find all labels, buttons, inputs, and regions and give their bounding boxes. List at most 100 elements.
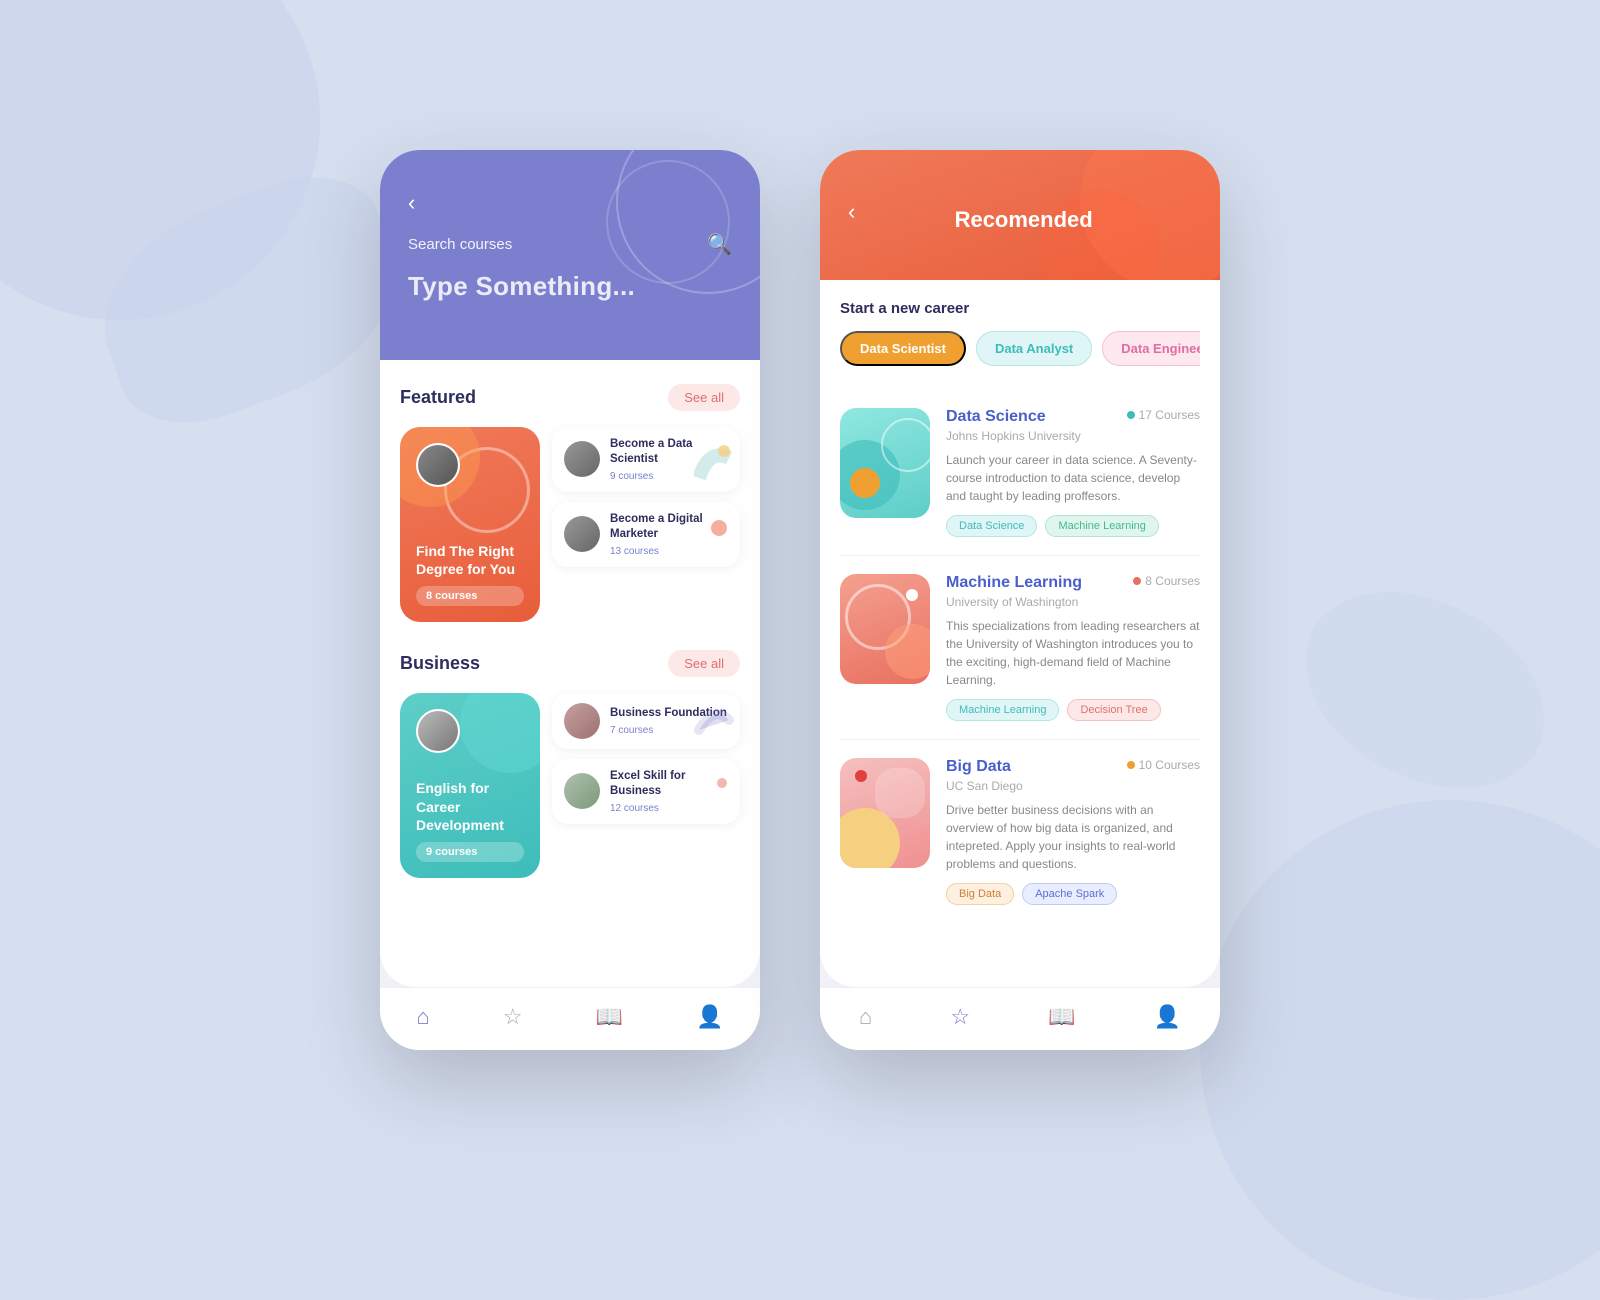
nav2-user-button[interactable]: 👤: [1154, 1004, 1181, 1030]
phone2-bottom-nav: ⌂ ☆ 📖 👤: [820, 987, 1220, 1050]
business-section-header: Business See all: [400, 650, 740, 677]
nav-book-button[interactable]: 📖: [596, 1004, 623, 1030]
nav2-home-button[interactable]: ⌂: [859, 1004, 872, 1030]
nav-user-button[interactable]: 👤: [696, 1004, 723, 1030]
biz-deco-1: [694, 700, 734, 745]
course-title-row-1: Data Science 17 Courses: [946, 408, 1200, 426]
course-name-2: Machine Learning: [946, 574, 1082, 592]
course-uni-2: University of Washington: [946, 595, 1200, 609]
business-small-card-2[interactable]: Excel Skill for Business 12 courses: [552, 759, 740, 824]
search-label: Search courses: [408, 236, 512, 253]
course-tag-big-data[interactable]: Big Data: [946, 883, 1014, 905]
nav-star-button[interactable]: ☆: [503, 1004, 523, 1030]
search-icon[interactable]: 🔍: [707, 232, 732, 257]
thumb-deco-circle: [850, 468, 880, 498]
course-name-3: Big Data: [946, 758, 1011, 776]
business-see-all-button[interactable]: See all: [668, 650, 740, 677]
avatar-image: [418, 445, 458, 485]
recommended-back-button[interactable]: ‹: [848, 199, 855, 225]
course-thumb-data-science: [840, 408, 930, 518]
course-info-ml: Machine Learning 8 Courses University of…: [946, 574, 1200, 721]
thumb-deco-dot: [906, 589, 918, 601]
course-uni-3: UC San Diego: [946, 779, 1200, 793]
nav-home-button[interactable]: ⌂: [417, 1004, 430, 1030]
course-tag-data-science[interactable]: Data Science: [946, 515, 1037, 537]
tag-data-scientist[interactable]: Data Scientist: [840, 331, 966, 366]
count-dot-3: [1127, 761, 1135, 769]
phone1-bottom-nav: ⌂ ☆ 📖 👤: [380, 987, 760, 1050]
count-dot-2: [1133, 577, 1141, 585]
card-deco-2: [694, 518, 734, 563]
featured-small-card-2[interactable]: Become a Digital Marketer 13 courses: [552, 502, 740, 567]
recommended-header: ‹ Recomended: [820, 150, 1220, 280]
course-count-3: 10 Courses: [1127, 758, 1200, 772]
course-tags-1: Data Science Machine Learning: [946, 515, 1200, 537]
biz-small-1-avatar: [564, 703, 600, 739]
phone-search: ‹ Search courses 🔍 Type Something... Fea…: [380, 150, 760, 1050]
featured-small-cards: Become a Data Scientist 9 courses: [552, 427, 740, 622]
featured-see-all-button[interactable]: See all: [668, 384, 740, 411]
course-title-row-3: Big Data 10 Courses: [946, 758, 1200, 776]
biz-small-2-avatar: [564, 773, 600, 809]
course-list: Data Science 17 Courses Johns Hopkins Un…: [840, 390, 1200, 923]
course-tag-dt[interactable]: Decision Tree: [1067, 699, 1160, 721]
small-card-2-avatar: [564, 516, 600, 552]
course-desc-3: Drive better business decisions with an …: [946, 801, 1200, 873]
business-main-card[interactable]: English for Career Development 9 courses: [400, 693, 540, 878]
course-tag-ml-1[interactable]: Machine Learning: [1045, 515, 1158, 537]
back-button[interactable]: ‹: [408, 190, 415, 216]
business-main-avatar: [416, 709, 460, 753]
search-placeholder-text: Type Something...: [408, 271, 732, 302]
course-thumb-big-data: [840, 758, 930, 868]
count-label-3: 10 Courses: [1139, 758, 1200, 772]
business-title: Business: [400, 653, 480, 674]
course-name-1: Data Science: [946, 408, 1046, 426]
course-item-big-data[interactable]: Big Data 10 Courses UC San Diego Drive b…: [840, 740, 1200, 923]
featured-main-title: Find The Right Degree for You: [416, 542, 524, 578]
biz-deco-2: [694, 775, 734, 820]
course-info-data-science: Data Science 17 Courses Johns Hopkins Un…: [946, 408, 1200, 537]
business-main-badge: 9 courses: [416, 842, 524, 862]
course-count-1: 17 Courses: [1127, 408, 1200, 422]
course-uni-1: Johns Hopkins University: [946, 429, 1200, 443]
tag-data-engineer[interactable]: Data Engineer: [1102, 331, 1200, 366]
business-main-title: English for Career Development: [416, 779, 524, 834]
business-small-card-1[interactable]: Business Foundation 7 courses: [552, 693, 740, 749]
business-cards: English for Career Development 9 courses…: [400, 693, 740, 878]
featured-main-badge: 8 courses: [416, 586, 524, 606]
featured-main-card[interactable]: Find The Right Degree for You 8 courses: [400, 427, 540, 622]
course-count-2: 8 Courses: [1133, 574, 1200, 588]
phone-recommended: ‹ Recomended Start a new career Data Sci…: [820, 150, 1220, 1050]
course-desc-2: This specializations from leading resear…: [946, 617, 1200, 689]
course-title-row-2: Machine Learning 8 Courses: [946, 574, 1200, 592]
course-tags-3: Big Data Apache Spark: [946, 883, 1200, 905]
business-avatar-img: [418, 711, 458, 751]
count-label-2: 8 Courses: [1145, 574, 1200, 588]
featured-small-card-1[interactable]: Become a Data Scientist 9 courses: [552, 427, 740, 492]
course-thumb-ml: [840, 574, 930, 684]
featured-main-avatar: [416, 443, 460, 487]
tag-data-analyst[interactable]: Data Analyst: [976, 331, 1092, 366]
course-item-data-science[interactable]: Data Science 17 Courses Johns Hopkins Un…: [840, 390, 1200, 556]
featured-section-header: Featured See all: [400, 384, 740, 411]
nav2-book-button[interactable]: 📖: [1048, 1004, 1075, 1030]
course-info-big-data: Big Data 10 Courses UC San Diego Drive b…: [946, 758, 1200, 905]
course-item-machine-learning[interactable]: Machine Learning 8 Courses University of…: [840, 556, 1200, 740]
course-desc-1: Launch your career in data science. A Se…: [946, 451, 1200, 505]
course-tag-ml-2[interactable]: Machine Learning: [946, 699, 1059, 721]
phone1-body: Featured See all Find The Right Degree f…: [380, 360, 760, 987]
course-tags-2: Machine Learning Decision Tree: [946, 699, 1200, 721]
business-small-cards: Business Foundation 7 courses: [552, 693, 740, 878]
search-header: ‹ Search courses 🔍 Type Something...: [380, 150, 760, 360]
featured-cards: Find The Right Degree for You 8 courses …: [400, 427, 740, 622]
nav2-star-button[interactable]: ☆: [950, 1004, 970, 1030]
course-tag-apache-spark[interactable]: Apache Spark: [1022, 883, 1117, 905]
count-label-1: 17 Courses: [1139, 408, 1200, 422]
thumb-deco-red: [855, 770, 867, 782]
featured-title: Featured: [400, 387, 476, 408]
career-tags: Data Scientist Data Analyst Data Enginee…: [840, 331, 1200, 366]
phone2-body: Start a new career Data Scientist Data A…: [820, 280, 1220, 987]
recommended-title: Recomended: [855, 207, 1192, 233]
card-deco-1: [694, 443, 734, 488]
phones-container: ‹ Search courses 🔍 Type Something... Fea…: [380, 150, 1220, 1050]
